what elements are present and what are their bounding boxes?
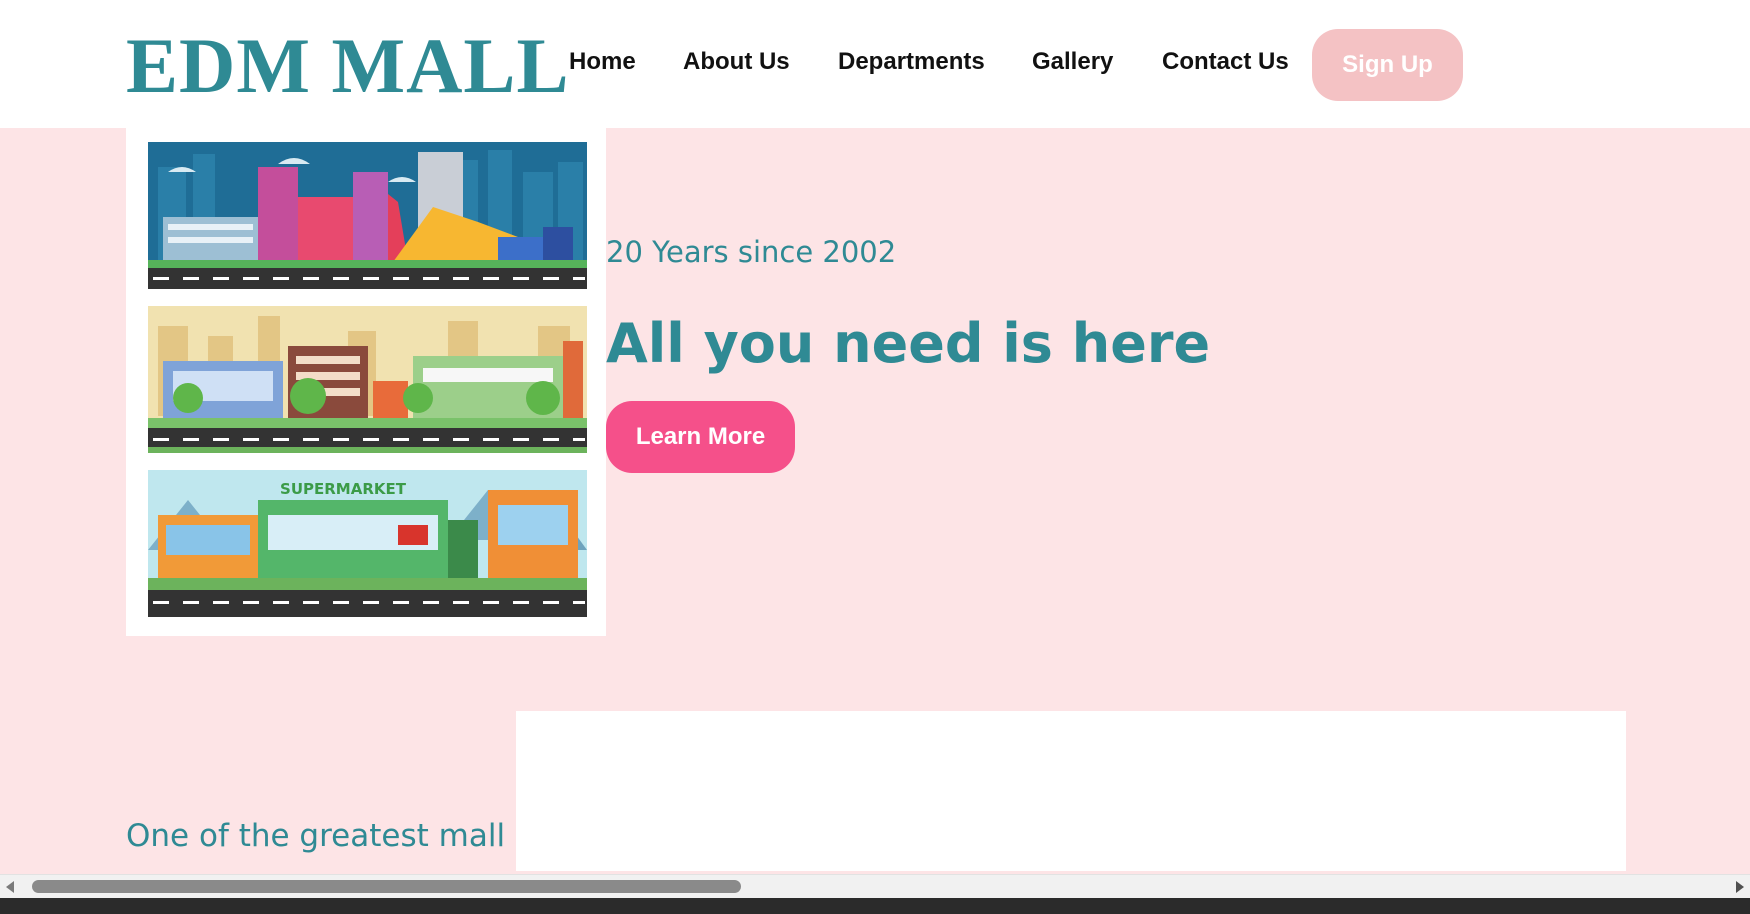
content-box [516, 711, 1626, 871]
site-logo[interactable]: EDM MALL [126, 24, 569, 108]
sign-up-button[interactable]: Sign Up [1312, 29, 1463, 101]
nav-gallery[interactable]: Gallery [1032, 48, 1113, 76]
scrollbar-thumb[interactable] [32, 880, 741, 893]
nav-home[interactable]: Home [569, 48, 636, 76]
scroll-left-arrow-icon[interactable] [6, 881, 14, 893]
nav-contact-us[interactable]: Contact Us [1162, 48, 1289, 76]
about-tagline: One of the greatest mall [126, 818, 506, 854]
supermarket-image: SUPERMARKET [148, 470, 587, 617]
nav-departments[interactable]: Departments [838, 48, 985, 76]
window-bottom-bar [0, 898, 1750, 914]
horizontal-scrollbar[interactable] [0, 874, 1750, 899]
learn-more-button[interactable]: Learn More [606, 401, 795, 473]
nav-about-us[interactable]: About Us [683, 48, 790, 76]
hero-subtitle: 20 Years since 2002 [606, 235, 897, 269]
city-mall-image [148, 142, 587, 289]
supermarket-sign-text: SUPERMARKET [280, 480, 407, 498]
scroll-right-arrow-icon[interactable] [1736, 881, 1744, 893]
hero-title: All you need is here [606, 312, 1211, 375]
hero-image-panel: SUPERMARKET [126, 128, 606, 636]
shopping-street-image [148, 306, 587, 453]
site-header: EDM MALL Home About Us Departments Galle… [0, 0, 1750, 128]
